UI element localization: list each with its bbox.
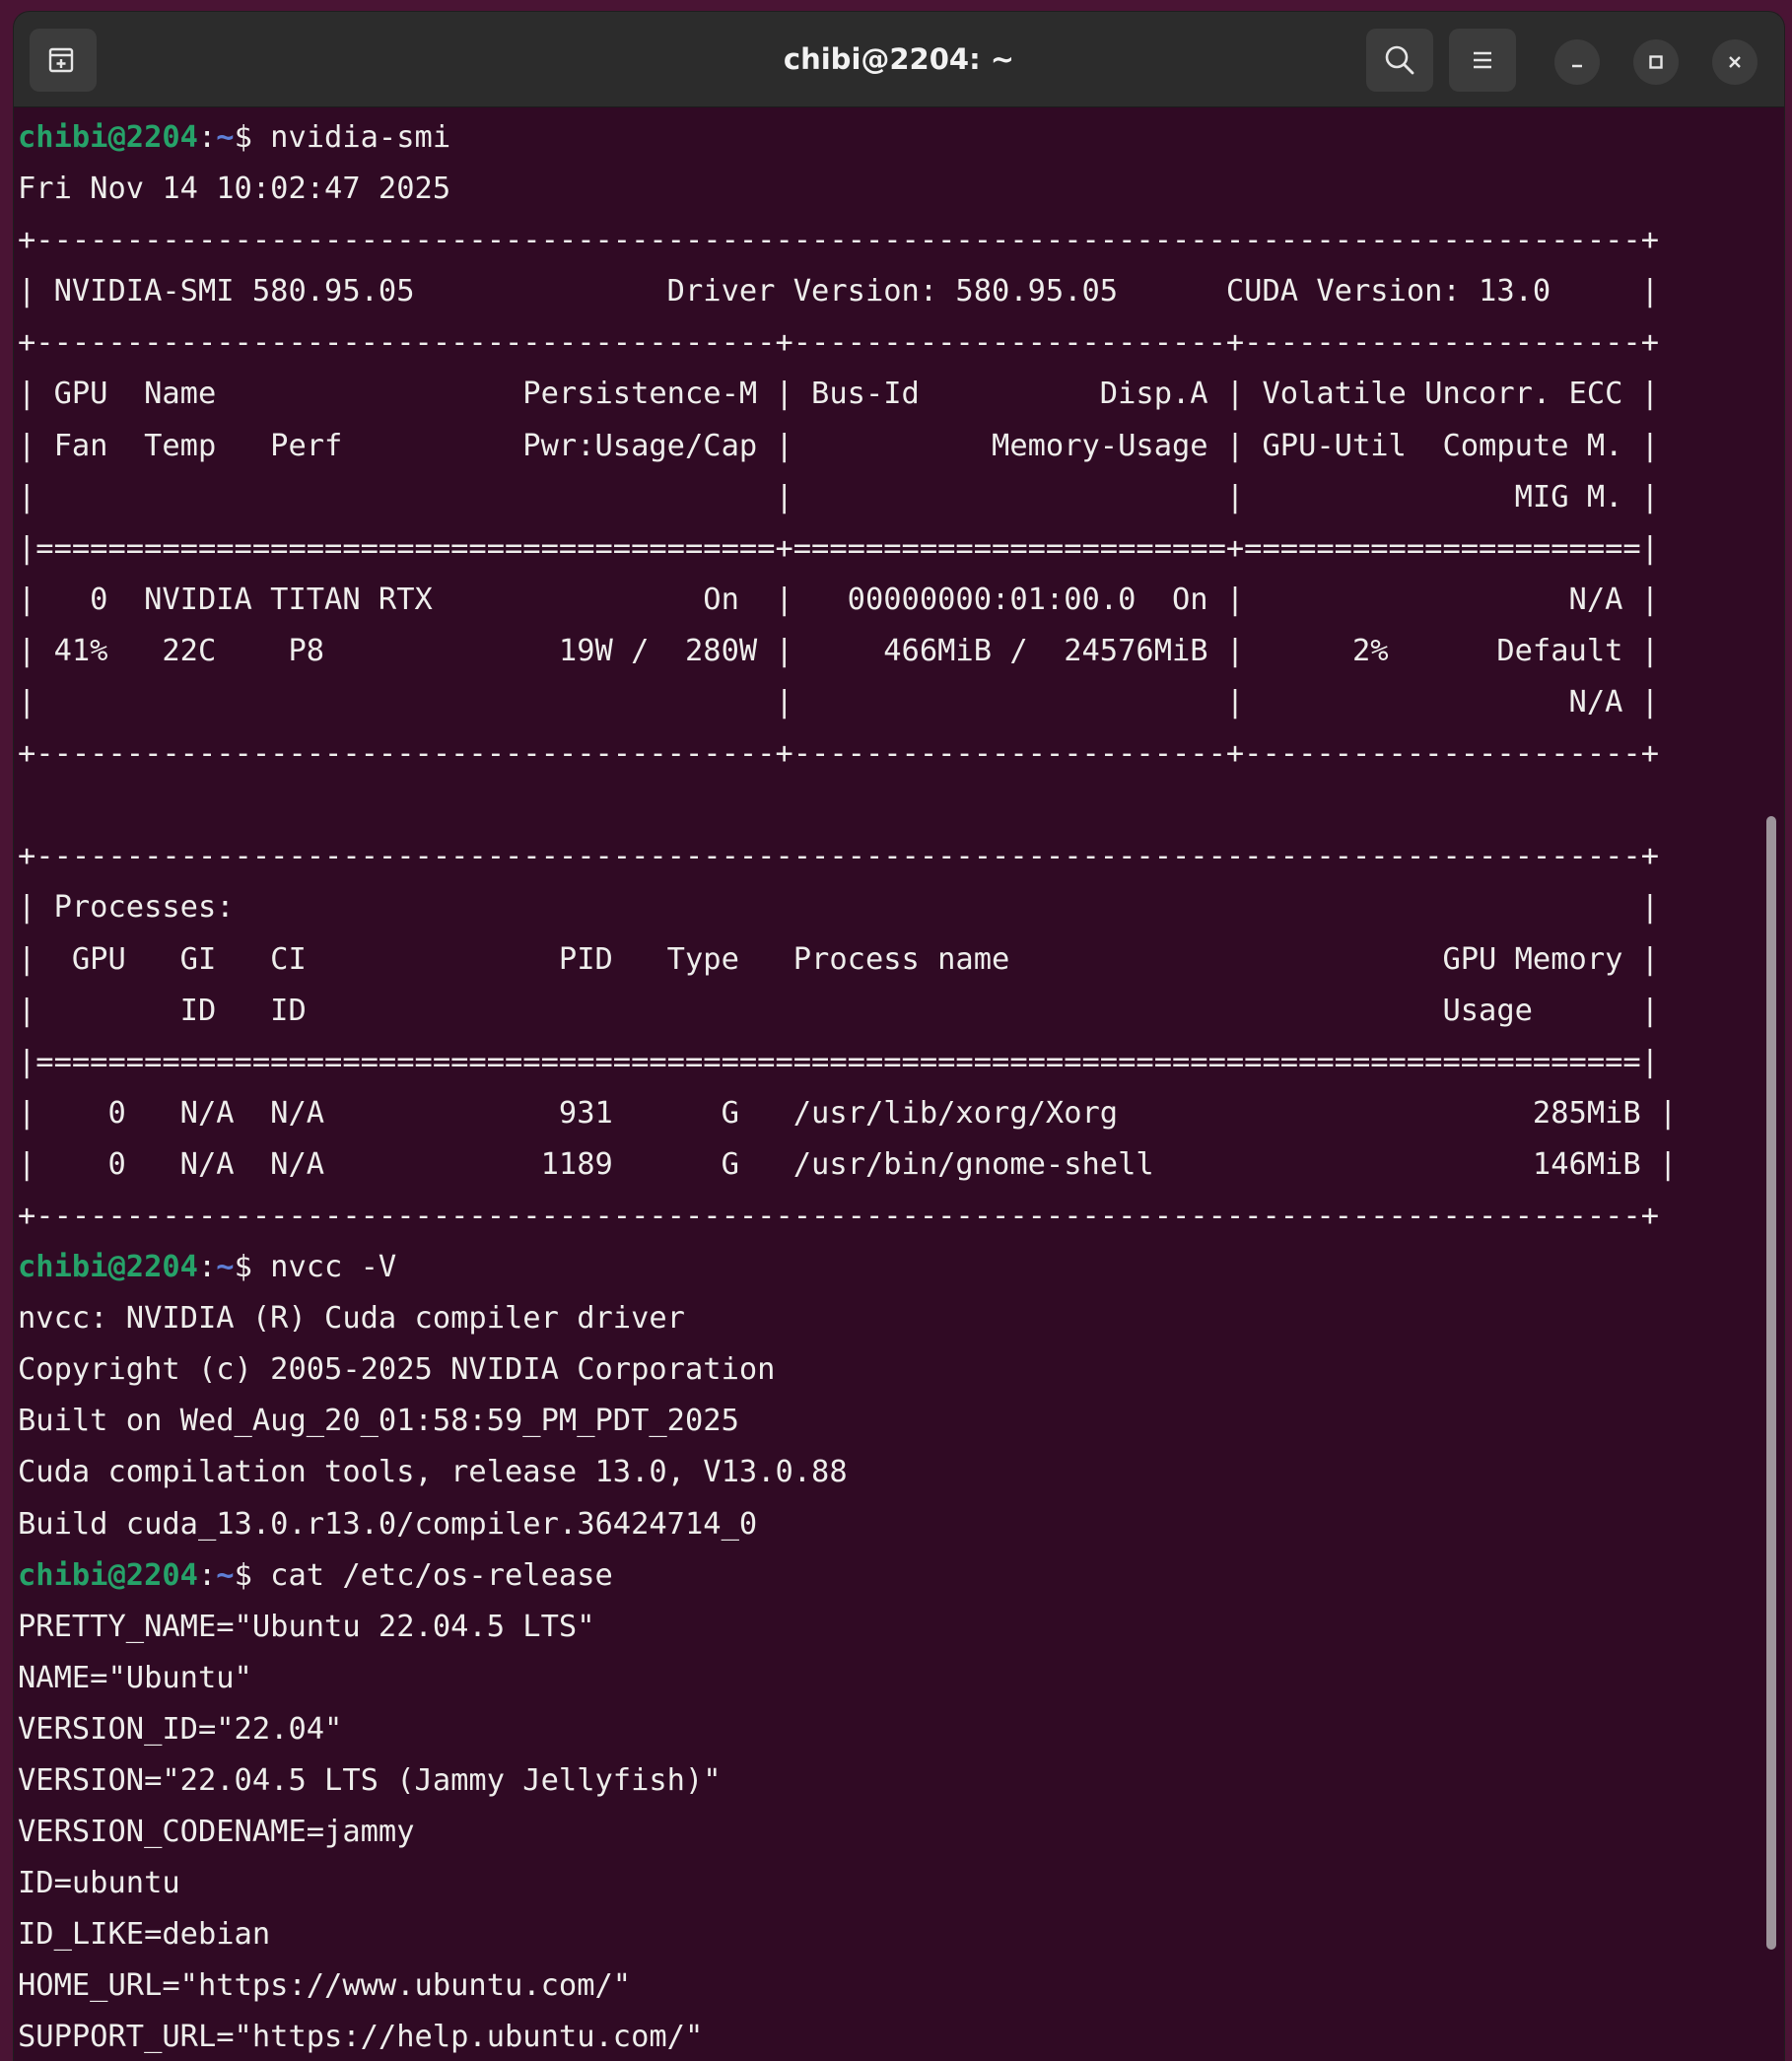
minimize-button[interactable] [1554,39,1600,85]
output-line: Built on Wed_Aug_20_01:58:59_PM_PDT_2025 [18,1404,739,1439]
maximize-icon [1649,55,1663,69]
output-line: +---------------------------------------… [18,736,1660,772]
output-line: nvcc: NVIDIA (R) Cuda compiler driver [18,1301,685,1337]
output-line: | ID ID Usage | [18,993,1660,1028]
close-button[interactable] [1712,39,1758,85]
window-title: chibi@2204: ~ [783,42,1015,76]
output-line: |=======================================… [18,1044,1660,1079]
output-line: | GPU Name Persistence-M | Bus-Id Disp.A… [18,377,1660,412]
prompt-separator: : [197,120,217,155]
output-line: Cuda compilation tools, release 13.0, V1… [18,1455,848,1490]
prompt-user: chibi@2204 [18,120,198,155]
output-line: |=======================================… [18,530,1660,566]
output-line: VERSION_ID="22.04" [18,1711,343,1747]
output-line: | NVIDIA-SMI 580.95.05 Driver Version: 5… [18,274,1660,309]
prompt-path: ~ [216,1250,235,1285]
title-bar: chibi@2204: ~ [14,12,1784,107]
output-line: | 0 N/A N/A 931 G /usr/lib/xorg/Xorg 285… [18,1095,1678,1131]
search-button[interactable] [1366,29,1433,92]
command-text: cat /etc/os-release [270,1557,613,1593]
prompt-symbol: $ [234,1250,271,1285]
prompt-path: ~ [216,1557,235,1593]
output-line: | 0 NVIDIA TITAN RTX On | 00000000:01:00… [18,582,1660,617]
output-line: VERSION_CODENAME=jammy [18,1815,415,1850]
output-line: | 0 N/A N/A 1189 G /usr/bin/gnome-shell … [18,1146,1678,1182]
output-line: +---------------------------------------… [18,223,1660,258]
vertical-scrollbar[interactable] [1766,816,1776,1950]
output-line: | | | N/A | [18,685,1660,721]
menu-button[interactable] [1449,29,1516,92]
output-line: Fri Nov 14 10:02:47 2025 [18,172,451,207]
output-line: Build cuda_13.0.r13.0/compiler.36424714_… [18,1506,758,1542]
terminal-window: chibi@2204: ~ chibi@2204:~$ nvidia-smi F… [14,12,1784,2061]
prompt-symbol: $ [234,1557,271,1593]
output-line: | | | MIG M. | [18,479,1660,515]
prompt-line: chibi@2204:~$ nvidia-smi [18,112,1760,164]
output-line: +---------------------------------------… [18,1198,1660,1233]
output-line: ID=ubuntu [18,1866,180,1901]
prompt-path: ~ [216,120,235,155]
prompt-separator: : [197,1557,217,1593]
output-line: VERSION="22.04.5 LTS (Jammy Jellyfish)" [18,1763,722,1798]
close-icon [1729,56,1741,68]
prompt-symbol: $ [234,120,271,155]
prompt-line: chibi@2204:~$ cat /etc/os-release [18,1550,1760,1602]
search-icon [1385,45,1414,75]
maximize-button[interactable] [1633,39,1679,85]
output-line: Copyright (c) 2005-2025 NVIDIA Corporati… [18,1352,776,1388]
output-line: PRETTY_NAME="Ubuntu 22.04.5 LTS" [18,1609,595,1644]
output-line: ID_LIKE=debian [18,1917,271,1953]
output-line: | Fan Temp Perf Pwr:Usage/Cap | Memory-U… [18,428,1660,463]
hamburger-menu-icon [1474,51,1491,69]
minimize-icon [1572,64,1582,68]
terminal-output[interactable]: chibi@2204:~$ nvidia-smi Fri Nov 14 10:02… [18,112,1760,2061]
output-line: | 41% 22C P8 19W / 280W | 466MiB / 24576… [18,633,1660,668]
output-line: +---------------------------------------… [18,839,1660,874]
command-text: nvcc -V [270,1250,397,1285]
output-line: SUPPORT_URL="https://help.ubuntu.com/" [18,2020,704,2055]
output-line: NAME="Ubuntu" [18,1660,252,1695]
output-line: | Processes: | [18,890,1660,926]
command-text: nvidia-smi [270,120,451,155]
output-line: +---------------------------------------… [18,325,1660,361]
output-line: | GPU GI CI PID Type Process name GPU Me… [18,941,1660,977]
prompt-separator: : [197,1250,217,1285]
prompt-user: chibi@2204 [18,1557,198,1593]
output-line: HOME_URL="https://www.ubuntu.com/" [18,1968,632,2004]
prompt-user: chibi@2204 [18,1250,198,1285]
prompt-line: chibi@2204:~$ nvcc -V [18,1242,1760,1293]
